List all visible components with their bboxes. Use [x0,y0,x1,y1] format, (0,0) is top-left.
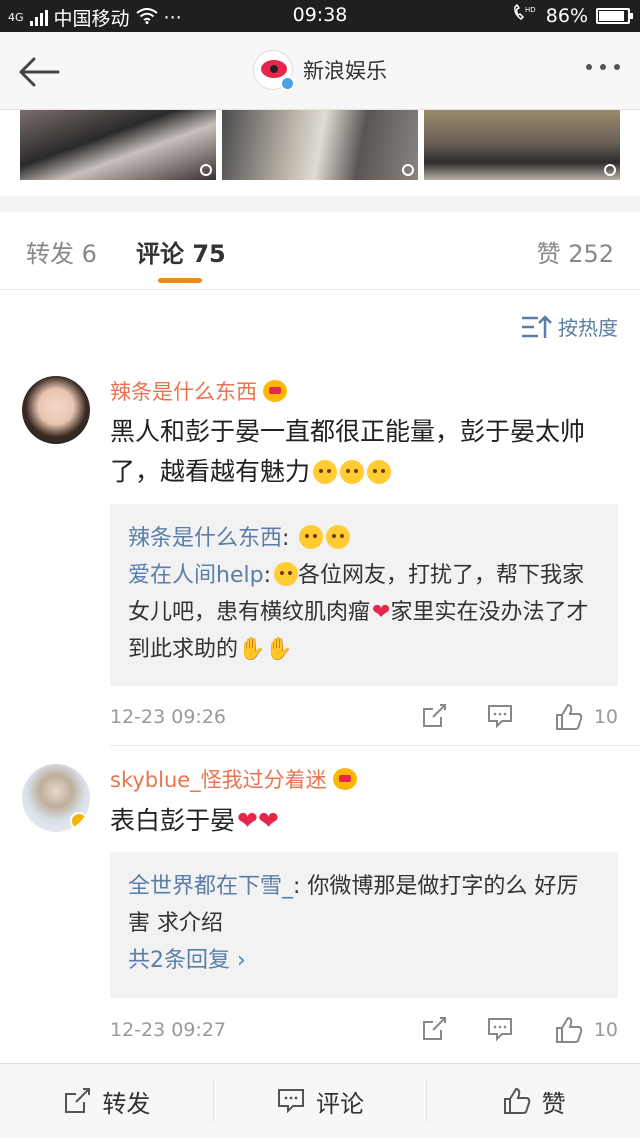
comment-text: 表白彭于晏❤❤ [110,801,620,841]
sort-by-hot-button[interactable]: 按热度 [520,312,618,341]
thumbnail-2[interactable] [222,110,418,180]
like-count: 10 [593,1019,618,1041]
more-options-icon[interactable] [586,64,620,70]
tab-comment[interactable]: 评论 75 [136,234,226,269]
interaction-tabs: 转发 6 评论 75 赞 252 [0,212,640,290]
verified-badge-icon [280,76,295,91]
reply-username[interactable]: 爱在人间help [128,563,264,588]
section-divider [0,196,640,212]
reply-box[interactable]: 全世界都在下雪_: 你微博那是做打字的么 好厉害 求介绍 共2条回复 › [110,852,618,998]
sort-icon [522,314,552,338]
hd-call-icon: HD [512,3,538,27]
media-icon [402,164,414,176]
comment-time: 12-23 09:27 [110,1019,227,1041]
sina-eye-logo-icon [261,60,287,78]
comment-meta: 12-23 09:26 10 [110,702,620,734]
photo-strip [0,110,640,202]
more-replies-link[interactable]: 共2条回复 › [128,942,600,979]
page-title: 新浪娱乐 [303,59,387,83]
pray-hands-icon: ✋✋ [238,637,293,662]
svg-text:HD: HD [525,6,536,14]
status-right: HD 86% [512,3,633,27]
heart-icon: ❤❤ [237,806,279,835]
battery-icon [596,7,633,24]
emoji-icon [313,460,338,484]
like-thumb-icon [503,1087,530,1114]
reply-username[interactable]: 辣条是什么东西 [128,526,282,551]
active-tab-indicator [158,278,202,283]
battery-percent: 86% [545,4,588,27]
comment-divider [110,745,640,746]
tab-like[interactable]: 赞 252 [537,234,614,269]
repost-label: 转发 [102,1089,151,1118]
emoji-icon [340,460,365,484]
member-crown-icon [332,768,357,790]
grin-emoji-icon [326,525,351,549]
reply-icon[interactable] [486,1015,514,1043]
member-crown-icon [263,380,287,402]
broken-heart-icon: ❤ [372,600,391,625]
reply-separator: : [263,563,271,588]
like-thumb-icon[interactable] [554,1015,583,1043]
share-icon[interactable] [420,1015,448,1043]
reply-box[interactable]: 辣条是什么东西: 爱在人间help: 各位网友，打扰了，帮下我家女儿吧，患有横纹肌… [110,504,618,686]
nav-bar: 新浪娱乐 [0,32,640,110]
grin-emoji-icon [299,525,324,549]
verified-badge-icon [70,812,88,830]
reply-separator: : [282,526,290,551]
repost-button[interactable]: 转发 [0,1080,214,1122]
comment-icon [278,1089,304,1114]
reply-username[interactable]: 全世界都在下雪_ [128,874,293,899]
media-icon [200,164,212,176]
sort-label: 按热度 [558,316,618,340]
comment-button[interactable]: 评论 [214,1080,428,1122]
bottom-action-bar: 转发 评论 赞 [0,1063,640,1138]
avatar[interactable] [22,376,90,444]
account-avatar[interactable] [253,50,295,91]
reply-item: 全世界都在下雪_: 你微博那是做打字的么 好厉害 求介绍 [128,868,600,942]
tab-repost[interactable]: 转发 6 [26,234,97,269]
crying-emoji-icon [273,562,298,586]
media-icon [604,164,616,176]
emoji-icon [367,460,392,484]
comment-body: 表白彭于晏 [110,806,236,835]
comment-time: 12-23 09:26 [110,706,227,728]
thumbnail-1[interactable] [20,110,216,180]
username-text[interactable]: skyblue_怪我过分着迷 [110,764,327,794]
status-bar: 4G 中国移动 ··· 09:38 HD 86% [0,0,640,32]
username-text[interactable]: 辣条是什么东西 [110,376,257,406]
like-count: 10 [593,706,618,728]
comment-meta: 12-23 09:27 10 [110,1015,620,1047]
like-label: 赞 [541,1089,566,1118]
like-button[interactable]: 赞 [427,1080,640,1122]
reply-icon[interactable] [486,702,514,730]
share-icon [65,1088,91,1113]
comment-username[interactable]: 辣条是什么东西 [110,376,287,406]
comment-text: 黑人和彭于晏一直都很正能量，彭于晏太帅了，越看越有魅力 [110,412,620,492]
comment-username[interactable]: skyblue_怪我过分着迷 [110,764,357,794]
thumbnail-3[interactable] [424,110,620,180]
reply-item: 爱在人间help: 各位网友，打扰了，帮下我家女儿吧，患有横纹肌肉瘤❤家里实在没办… [128,557,600,668]
avatar[interactable] [22,764,90,832]
share-icon[interactable] [420,702,448,730]
like-thumb-icon[interactable] [554,702,583,730]
comment-label: 评论 [316,1089,364,1118]
reply-item: 辣条是什么东西: [128,520,600,557]
nav-title-group[interactable]: 新浪娱乐 [0,50,640,91]
